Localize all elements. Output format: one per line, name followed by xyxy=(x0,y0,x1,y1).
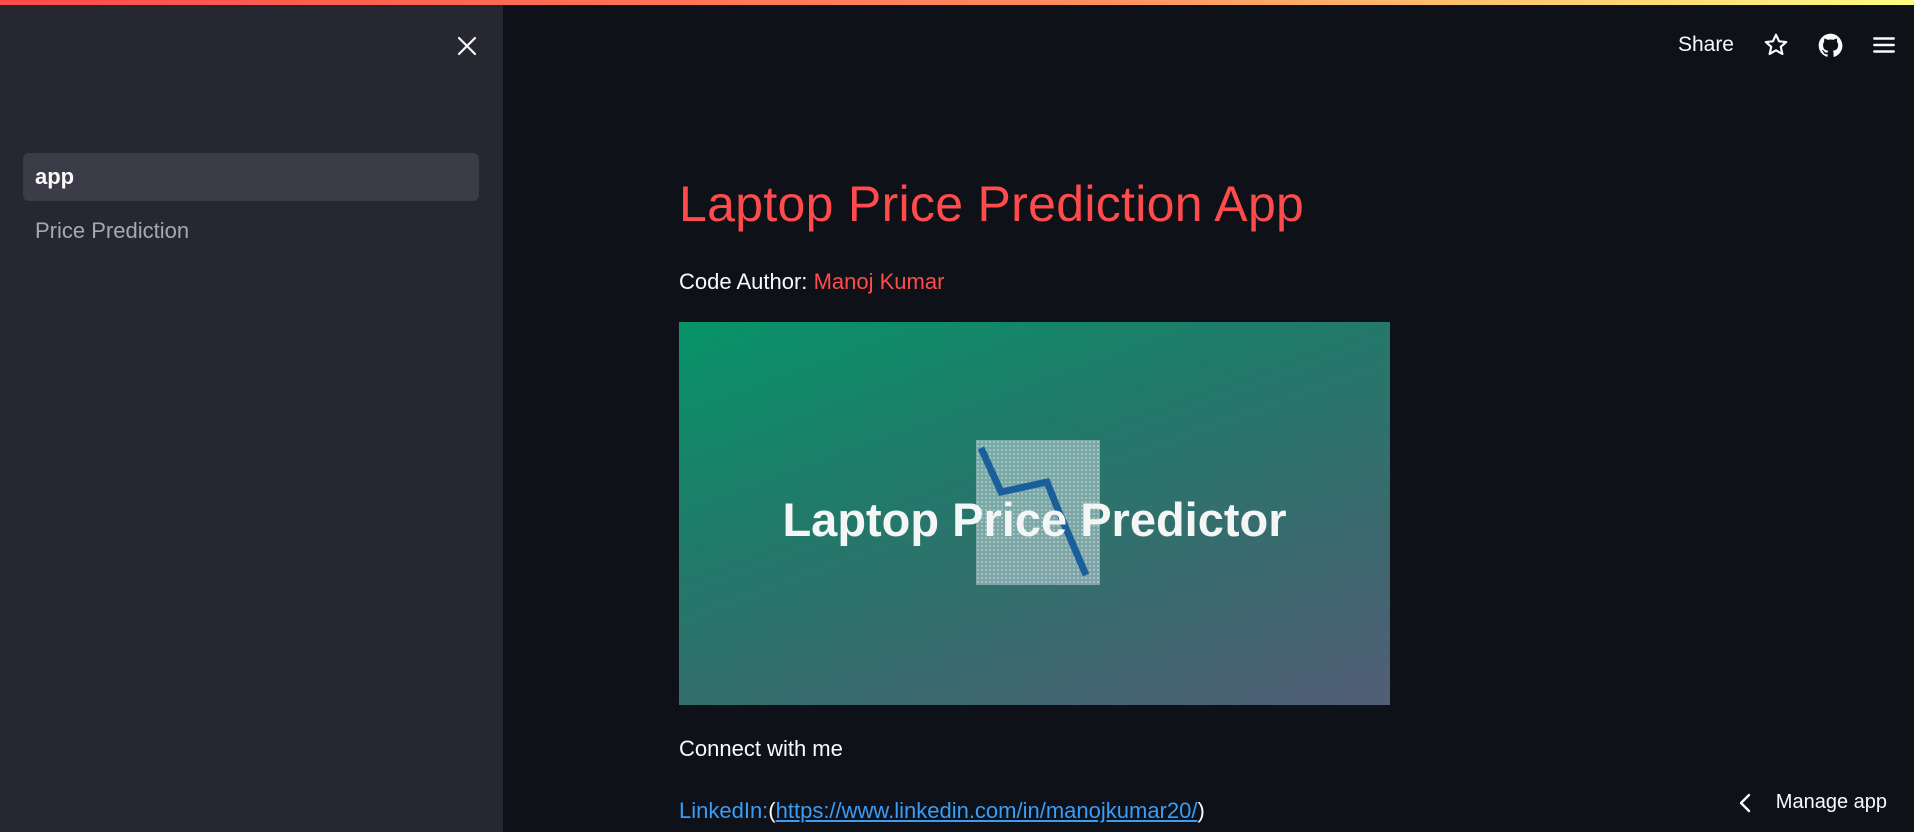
share-button[interactable]: Share xyxy=(1678,33,1734,57)
sidebar-item-price-prediction[interactable]: Price Prediction xyxy=(23,207,479,255)
sidebar-item-app[interactable]: app xyxy=(23,153,479,201)
linkedin-close-paren: ) xyxy=(1197,798,1205,823)
banner-text: Laptop Price Predictor xyxy=(782,493,1287,546)
author-label: Code Author: xyxy=(679,269,808,294)
manage-app-button[interactable]: Manage app xyxy=(1738,791,1887,814)
app-toolbar: Share xyxy=(1678,21,1914,69)
close-icon xyxy=(457,36,477,56)
manage-app-label: Manage app xyxy=(1775,791,1887,813)
connect-heading: Connect with me xyxy=(679,736,843,761)
menu-icon xyxy=(1873,37,1895,53)
linkedin-line: LinkedIn:(https://www.linkedin.com/in/ma… xyxy=(679,798,1205,824)
linkedin-label: LinkedIn: xyxy=(679,798,769,823)
author-name: Manoj Kumar xyxy=(813,269,945,294)
main-content: Share Laptop Price Prediction App Code A… xyxy=(503,5,1914,832)
banner-image: Laptop Price Predictor xyxy=(679,322,1390,705)
sidebar-item-label: app xyxy=(35,164,75,189)
github-icon xyxy=(1818,33,1842,57)
top-decoration-bar xyxy=(0,0,1914,5)
sidebar: app Price Prediction xyxy=(0,5,503,832)
linkedin-open-paren: ( xyxy=(768,798,776,823)
sidebar-item-label: Price Prediction xyxy=(35,218,190,243)
main-menu-button[interactable] xyxy=(1870,31,1898,59)
sidebar-close-button[interactable] xyxy=(452,31,482,61)
page-title: Laptop Price Prediction App xyxy=(679,176,1305,232)
linkedin-link[interactable]: https://www.linkedin.com/in/manojkumar20… xyxy=(776,798,1198,823)
github-button[interactable] xyxy=(1816,31,1844,59)
author-line: Code Author: Manoj Kumar xyxy=(679,269,944,295)
star-icon xyxy=(1764,33,1788,56)
chevron-left-icon xyxy=(1738,793,1752,813)
star-button[interactable] xyxy=(1762,31,1790,59)
